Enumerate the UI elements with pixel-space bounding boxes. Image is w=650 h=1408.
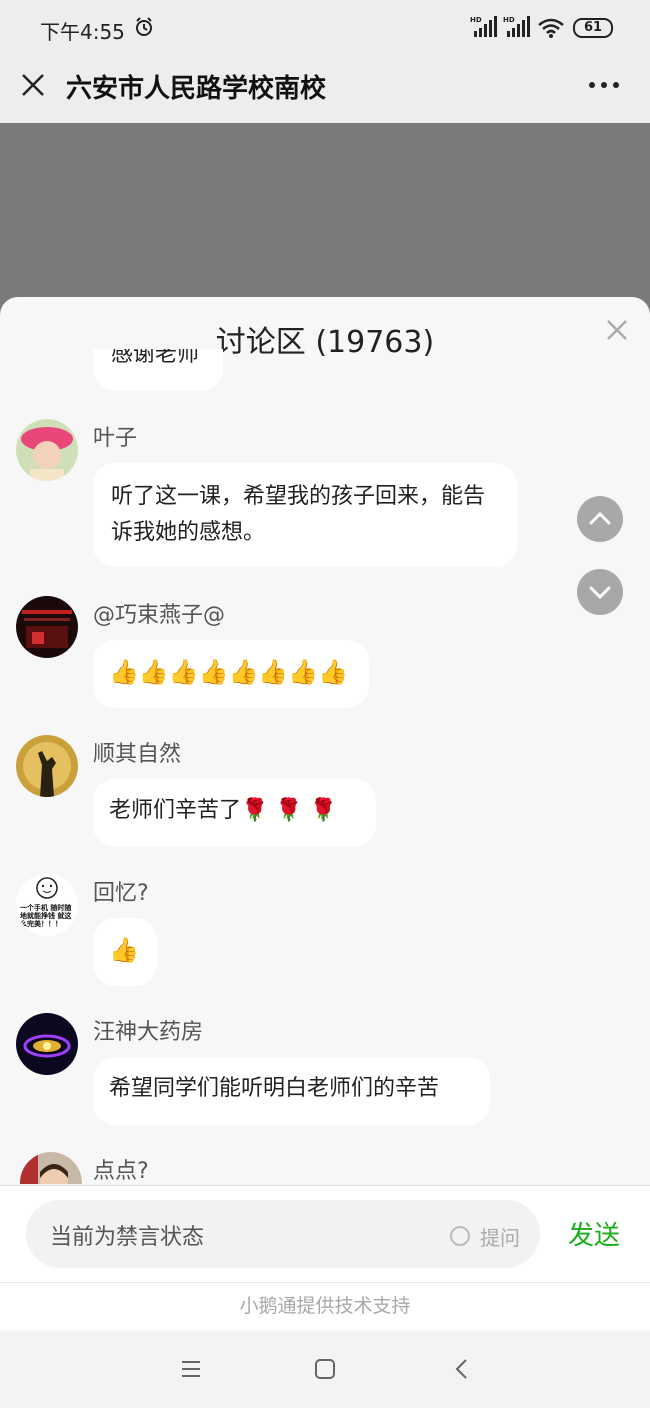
alarm-icon [136, 17, 152, 36]
title-bar: 六安市人民路学校南校 [0, 56, 650, 123]
avatar[interactable] [16, 1013, 78, 1075]
message-bubble: 希望同学们能听明白老师们的辛苦 [93, 1057, 490, 1125]
username: 叶子 [93, 426, 138, 451]
message-feed[interactable]: 感谢老师 叶子 听了这一课，希望我的孩子回来，能告诉我她的感想。 @巧束燕子@ … [0, 349, 650, 1184]
avatar-sunset-image [16, 735, 78, 797]
avatar[interactable] [16, 419, 78, 481]
chevron-down-icon [589, 586, 611, 600]
username: @巧束燕子@ [93, 603, 226, 628]
back-icon[interactable] [450, 1357, 474, 1381]
message-bubble: 听了这一课，希望我的孩子回来，能告诉我她的感想。 [93, 463, 517, 567]
avatar[interactable] [16, 735, 78, 797]
username: 回忆? [93, 881, 149, 906]
chevron-up-icon [589, 511, 611, 525]
menu-icon[interactable] [179, 1357, 203, 1381]
powered-by: 小鹅通提供技术支持 [0, 1282, 650, 1330]
avatar-dark-red-image [16, 596, 78, 658]
message-bubble: 👍 [93, 918, 157, 986]
home-icon[interactable] [313, 1357, 337, 1381]
username: 顺其自然 [93, 742, 182, 767]
avatar-caption: 一个手机 随时随地就能挣钱 就这么完美！！！ [20, 904, 72, 928]
video-area[interactable] [0, 123, 650, 323]
system-nav-bar [0, 1331, 650, 1408]
svg-text:HD: HD [503, 16, 515, 24]
avatar[interactable] [20, 1152, 82, 1184]
close-icon[interactable] [18, 70, 48, 100]
radio-circle-icon [450, 1226, 470, 1246]
wifi-icon [538, 18, 564, 38]
page-title: 六安市人民路学校南校 [66, 74, 327, 104]
message-bubble: 👍👍👍👍👍👍👍👍 [93, 640, 369, 708]
ask-question-toggle[interactable]: 提问 [450, 1222, 530, 1250]
avatar-pink-hat-image [16, 419, 78, 481]
avatar[interactable]: 一个手机 随时随地就能挣钱 就这么完美！！！ [16, 874, 78, 936]
discussion-panel: 讨论区 (19763) 感谢老师 叶子 听了这一课，希望我的孩子回来，能告诉我她… [0, 297, 650, 1331]
hd-signal-icon: HD [470, 16, 497, 37]
more-icon[interactable] [586, 74, 622, 94]
panel-close-icon[interactable] [604, 317, 630, 343]
message-bubble: 感谢老师 [93, 349, 223, 391]
username: 汪神大药房 [93, 1020, 204, 1045]
comment-input[interactable]: 当前为禁言状态 提问 [26, 1200, 540, 1268]
username: 点点? [93, 1159, 149, 1184]
message-bubble: 老师们辛苦了🌹 🌹 🌹 [93, 779, 376, 847]
scroll-down-button[interactable] [577, 569, 623, 615]
input-bar: 当前为禁言状态 提问 发送 [0, 1185, 650, 1282]
hd-signal-icon: HD [503, 16, 530, 37]
svg-text:HD: HD [470, 16, 482, 24]
scroll-up-button[interactable] [577, 496, 623, 542]
ask-label: 提问 [480, 1226, 520, 1250]
battery-icon: 61 [573, 18, 613, 38]
status-bar: 下午4:55 HD HD 61 [0, 0, 650, 56]
avatar-purple-lights-image [16, 1013, 78, 1075]
comment-placeholder: 当前为禁言状态 [50, 1225, 205, 1250]
avatar-girl-image [20, 1152, 82, 1184]
status-time: 下午4:55 [40, 20, 125, 44]
avatar[interactable] [16, 596, 78, 658]
send-button[interactable]: 发送 [568, 1215, 620, 1252]
